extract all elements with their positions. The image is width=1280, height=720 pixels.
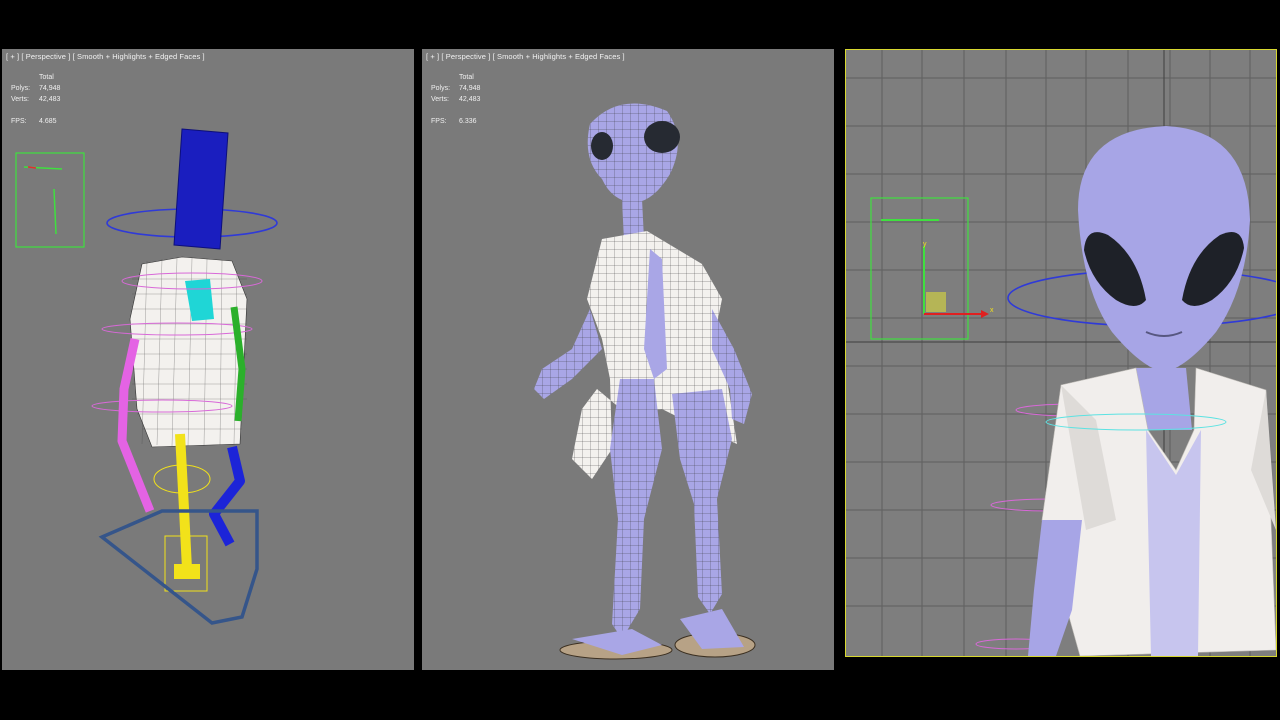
left-arm[interactable] [1028, 520, 1082, 656]
rig-scene[interactable] [2, 49, 414, 670]
alien-legs[interactable] [610, 379, 732, 639]
alien-eye-right [644, 121, 680, 153]
head-bone[interactable] [173, 128, 229, 250]
viewport-left-rig[interactable]: [ + ] [ Perspective ] [ Smooth + Highlig… [2, 49, 414, 670]
closeup-scene[interactable]: y x [846, 50, 1276, 656]
alien-head[interactable] [1078, 126, 1250, 372]
character-scene[interactable] [422, 49, 834, 670]
gizmo-axis-x: x [990, 307, 994, 314]
viewport-middle-character[interactable]: [ + ] [ Perspective ] [ Smooth + Highlig… [422, 49, 834, 670]
alien-eye-left [591, 132, 613, 160]
viewport-right-closeup-active[interactable]: y x [845, 49, 1277, 657]
right-leg-bones[interactable] [209, 445, 245, 547]
gizmo-axis-y: y [923, 241, 927, 248]
alien-head[interactable] [587, 103, 680, 203]
